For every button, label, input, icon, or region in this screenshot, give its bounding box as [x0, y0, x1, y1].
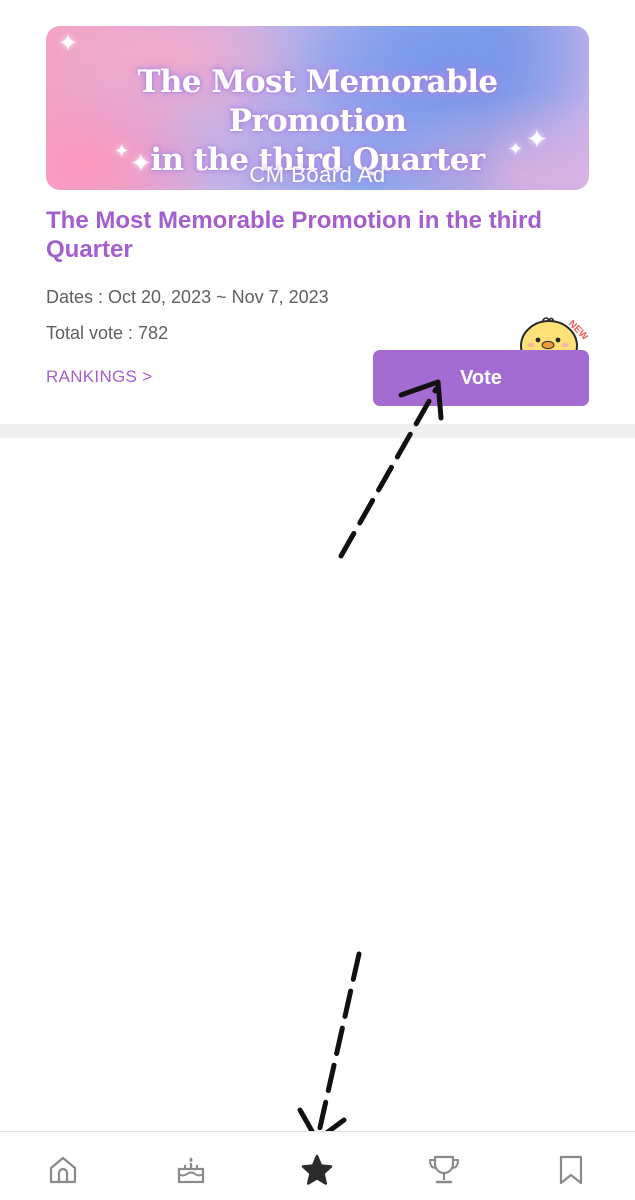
- home-icon: [49, 1156, 77, 1184]
- vote-button[interactable]: Vote: [373, 350, 589, 406]
- star-icon: [301, 1154, 333, 1185]
- event-total-vote: Total vote : 782: [46, 323, 169, 343]
- section-divider: [0, 424, 635, 438]
- event-title[interactable]: The Most Memorable Promotion in the thir…: [46, 206, 586, 264]
- nav-ranking[interactable]: [424, 1150, 464, 1190]
- event-banner[interactable]: ✦ ✦ ✦ ✦ ✦ The Most Memorable Promotion i…: [46, 26, 589, 190]
- nav-vote[interactable]: [297, 1150, 337, 1190]
- trophy-icon: [428, 1155, 460, 1184]
- chick-mascot-icon: NEW: [520, 317, 588, 354]
- nav-home[interactable]: [43, 1150, 83, 1190]
- page: ✦ ✦ ✦ ✦ ✦ The Most Memorable Promotion i…: [0, 0, 635, 1200]
- rankings-link[interactable]: RANKINGS >: [46, 366, 152, 388]
- nav-birthday[interactable]: [171, 1150, 211, 1190]
- cake-icon: [177, 1157, 205, 1184]
- arrow-to-vote-button: [338, 379, 444, 559]
- event-dates: Dates : Oct 20, 2023 ~ Nov 7, 2023: [46, 287, 329, 307]
- arrow-to-star-tab: [297, 951, 362, 1143]
- bottom-nav: [0, 1131, 635, 1200]
- bookmark-icon: [559, 1155, 583, 1185]
- banner-subtitle: CM Board Ad: [249, 162, 386, 187]
- banner-title-line1: The Most Memorable Promotion: [137, 64, 499, 139]
- nav-bookmark[interactable]: [551, 1150, 591, 1190]
- sparkle-icon: ✦: [58, 30, 79, 57]
